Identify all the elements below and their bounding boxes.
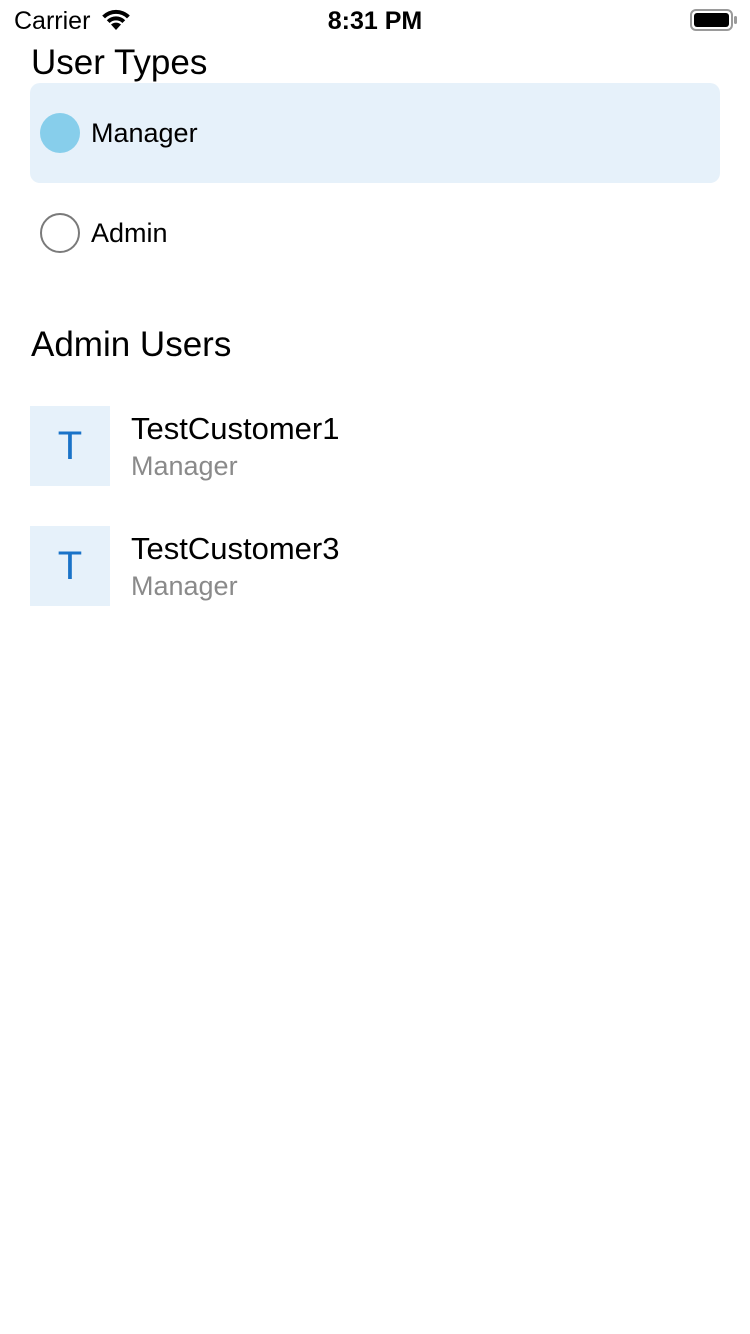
user-role: Manager bbox=[131, 451, 238, 481]
user-name: TestCustomer1 bbox=[131, 411, 340, 446]
radio-selected-icon bbox=[40, 113, 80, 153]
battery-icon bbox=[690, 8, 738, 32]
user-types-heading: User Types bbox=[31, 43, 208, 82]
user-type-label: Manager bbox=[91, 118, 198, 148]
user-list-item[interactable]: T TestCustomer1 Manager bbox=[30, 406, 720, 486]
avatar: T bbox=[30, 406, 110, 486]
user-role: Manager bbox=[131, 571, 238, 601]
radio-unselected-icon bbox=[40, 213, 80, 253]
user-list-item[interactable]: T TestCustomer3 Manager bbox=[30, 526, 720, 606]
status-bar: Carrier 8:31 PM bbox=[0, 0, 750, 40]
admin-users-heading: Admin Users bbox=[31, 325, 232, 364]
status-time: 8:31 PM bbox=[327, 7, 423, 35]
screen: Carrier 8:31 PM User Types Manager Admin… bbox=[0, 0, 750, 1334]
user-name: TestCustomer3 bbox=[131, 531, 340, 566]
avatar: T bbox=[30, 526, 110, 606]
user-type-option-admin[interactable]: Admin bbox=[30, 183, 720, 283]
user-type-option-manager[interactable]: Manager bbox=[30, 83, 720, 183]
user-type-label: Admin bbox=[91, 218, 168, 248]
